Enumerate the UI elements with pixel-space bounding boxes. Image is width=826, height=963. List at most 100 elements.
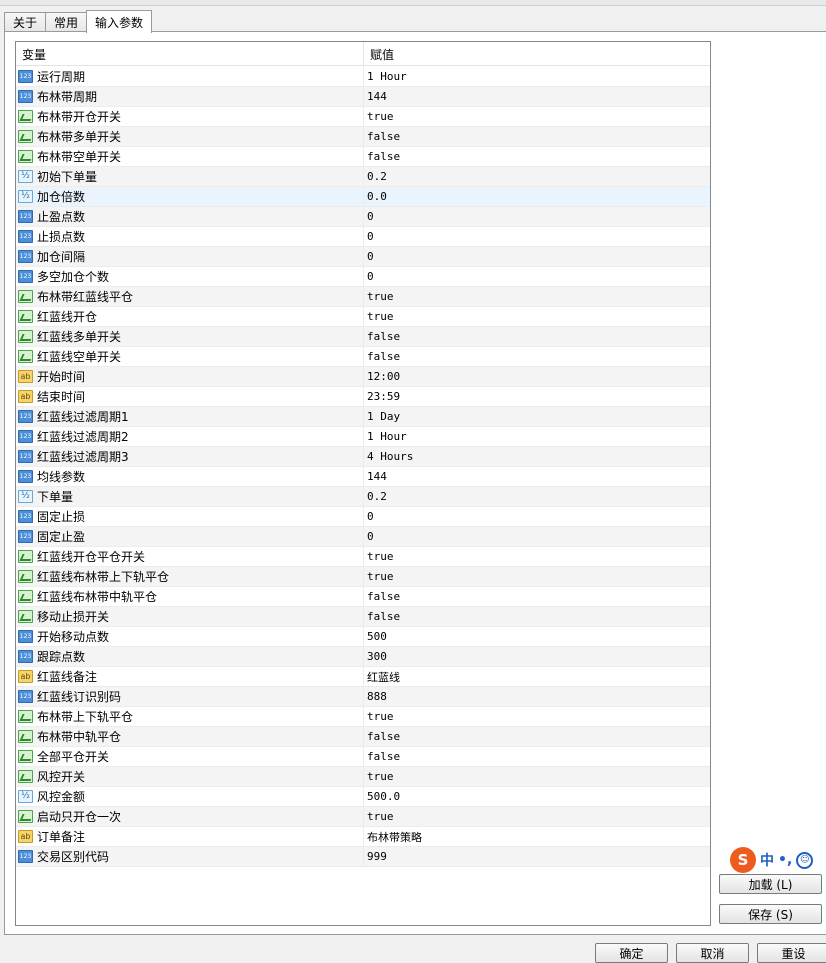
value-cell[interactable]: 0.2 [364, 487, 710, 506]
table-row[interactable]: 红蓝线备注 红蓝线 [16, 667, 710, 687]
table-row[interactable]: 布林带多单开关 false [16, 127, 710, 147]
sogou-logo-icon[interactable]: S [730, 847, 756, 873]
table-row[interactable]: 交易区别代码 999 [16, 847, 710, 867]
table-row[interactable]: 红蓝线订识别码 888 [16, 687, 710, 707]
table-row[interactable]: 布林带开仓开关 true [16, 107, 710, 127]
table-row[interactable]: 全部平仓开关 false [16, 747, 710, 767]
variable-cell: 初始下单量 [16, 167, 364, 186]
value-cell[interactable]: 1 Hour [364, 427, 710, 446]
value-cell[interactable]: 0.0 [364, 187, 710, 206]
table-row[interactable]: 红蓝线开仓平仓开关 true [16, 547, 710, 567]
value-cell[interactable]: false [364, 127, 710, 146]
ime-emoji-icon[interactable]: ☺ [796, 851, 814, 869]
table-row[interactable]: 红蓝线开仓 true [16, 307, 710, 327]
column-header-variable[interactable]: 变量 [16, 42, 364, 66]
table-row[interactable]: 加仓间隔 0 [16, 247, 710, 267]
value-cell[interactable]: 0 [364, 267, 710, 286]
ok-button[interactable]: 确定 [595, 943, 668, 963]
table-row[interactable]: 布林带红蓝线平仓 true [16, 287, 710, 307]
table-row[interactable]: 启动只开仓一次 true [16, 807, 710, 827]
table-row[interactable]: 风控金额 500.0 [16, 787, 710, 807]
value-cell[interactable]: 500 [364, 627, 710, 646]
value-cell[interactable]: true [364, 307, 710, 326]
table-row[interactable]: 初始下单量 0.2 [16, 167, 710, 187]
value-cell[interactable]: false [364, 327, 710, 346]
value-cell[interactable]: false [364, 147, 710, 166]
value-cell[interactable]: 0 [364, 507, 710, 526]
tab-inputs[interactable]: 输入参数 [86, 10, 153, 33]
value-cell[interactable]: 1 Day [364, 407, 710, 426]
value-cell[interactable]: 12:00 [364, 367, 710, 386]
table-row[interactable]: 红蓝线过滤周期1 1 Day [16, 407, 710, 427]
value-cell[interactable]: 144 [364, 467, 710, 486]
table-row[interactable]: 布林带周期 144 [16, 87, 710, 107]
table-row[interactable]: 红蓝线过滤周期2 1 Hour [16, 427, 710, 447]
value-cell[interactable]: 0 [364, 207, 710, 226]
column-header-value[interactable]: 赋值 [364, 42, 710, 66]
table-row[interactable]: 红蓝线布林带中轨平仓 false [16, 587, 710, 607]
ime-punctuation-icon[interactable]: •, [778, 852, 792, 868]
int-icon [18, 510, 33, 523]
table-row[interactable]: 结束时间 23:59 [16, 387, 710, 407]
ime-mode-indicator[interactable]: 中 [760, 850, 774, 870]
value-cell[interactable]: false [364, 727, 710, 746]
table-row[interactable]: 均线参数 144 [16, 467, 710, 487]
table-row[interactable]: 止损点数 0 [16, 227, 710, 247]
value-cell[interactable]: 0 [364, 227, 710, 246]
variable-name: 交易区别代码 [37, 850, 110, 864]
table-row[interactable]: 固定止盈 0 [16, 527, 710, 547]
value-cell[interactable]: 0 [364, 527, 710, 546]
value-cell[interactable]: true [364, 707, 710, 726]
value-cell[interactable]: 23:59 [364, 387, 710, 406]
cancel-button[interactable]: 取消 [676, 943, 749, 963]
value-cell[interactable]: 0 [364, 247, 710, 266]
tab-common[interactable]: 常用 [45, 12, 88, 32]
table-row[interactable]: 风控开关 true [16, 767, 710, 787]
table-row[interactable]: 跟踪点数 300 [16, 647, 710, 667]
load-button[interactable]: 加载 (L) [719, 874, 822, 894]
save-button[interactable]: 保存 (S) [719, 904, 822, 924]
table-row[interactable]: 红蓝线布林带上下轨平仓 true [16, 567, 710, 587]
value-cell[interactable]: 1 Hour [364, 67, 710, 86]
table-row[interactable]: 红蓝线空单开关 false [16, 347, 710, 367]
value-cell[interactable]: 0.2 [364, 167, 710, 186]
value-cell[interactable]: 红蓝线 [364, 667, 710, 686]
table-row[interactable]: 止盈点数 0 [16, 207, 710, 227]
value-cell[interactable]: true [364, 547, 710, 566]
tab-bar: 关于 常用 输入参数 [4, 10, 153, 33]
table-row[interactable]: 开始移动点数 500 [16, 627, 710, 647]
value-cell[interactable]: true [364, 287, 710, 306]
table-row[interactable]: 多空加仓个数 0 [16, 267, 710, 287]
value-cell[interactable]: true [364, 807, 710, 826]
table-row[interactable]: 移动止损开关 false [16, 607, 710, 627]
value-cell[interactable]: 888 [364, 687, 710, 706]
table-row[interactable]: 下单量 0.2 [16, 487, 710, 507]
value-cell[interactable]: false [364, 587, 710, 606]
variable-name: 布林带开仓开关 [37, 110, 122, 124]
table-row[interactable]: 固定止损 0 [16, 507, 710, 527]
table-row[interactable]: 布林带空单开关 false [16, 147, 710, 167]
value-cell[interactable]: true [364, 567, 710, 586]
value-cell[interactable]: true [364, 767, 710, 786]
value-cell[interactable]: 144 [364, 87, 710, 106]
value-cell[interactable]: true [364, 107, 710, 126]
table-row[interactable]: 红蓝线过滤周期3 4 Hours [16, 447, 710, 467]
value-cell[interactable]: 999 [364, 847, 710, 866]
value-cell[interactable]: 4 Hours [364, 447, 710, 466]
table-row[interactable]: 布林带上下轨平仓 true [16, 707, 710, 727]
table-row[interactable]: 开始时间 12:00 [16, 367, 710, 387]
value-cell[interactable]: 布林带策略 [364, 827, 710, 846]
reset-button[interactable]: 重设 [757, 943, 826, 963]
value-cell[interactable]: 300 [364, 647, 710, 666]
value-cell[interactable]: false [364, 747, 710, 766]
table-row[interactable]: 布林带中轨平仓 false [16, 727, 710, 747]
value-cell[interactable]: 500.0 [364, 787, 710, 806]
table-row[interactable]: 运行周期 1 Hour [16, 67, 710, 87]
table-row[interactable]: 红蓝线多单开关 false [16, 327, 710, 347]
variable-name: 移动止损开关 [37, 610, 110, 624]
tab-about[interactable]: 关于 [4, 12, 47, 32]
table-row[interactable]: 订单备注 布林带策略 [16, 827, 710, 847]
value-cell[interactable]: false [364, 347, 710, 366]
table-row[interactable]: 加仓倍数 0.0 [16, 187, 710, 207]
value-cell[interactable]: false [364, 607, 710, 626]
